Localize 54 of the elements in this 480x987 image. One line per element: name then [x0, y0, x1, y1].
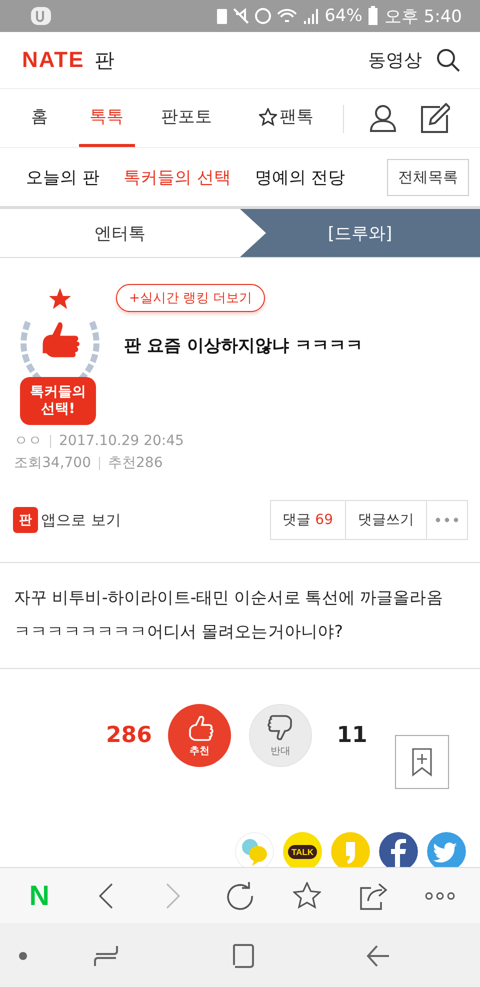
back-icon — [98, 882, 114, 908]
search-icon[interactable] — [436, 48, 460, 72]
talk-share-button[interactable]: TALK — [283, 832, 322, 867]
nav-tab[interactable]: 톡톡 — [78, 89, 135, 147]
category-tab[interactable]: 오늘의 판 — [26, 166, 100, 188]
more-icon — [435, 517, 459, 523]
user-icon[interactable] — [370, 104, 396, 132]
nate-logo[interactable]: NATE — [22, 47, 84, 73]
downvote-count: 11 — [336, 723, 368, 748]
thumbs-down-icon — [266, 714, 294, 742]
bookmark-add-icon — [411, 747, 433, 777]
star-icon — [259, 108, 278, 126]
category-tab[interactable]: 톡커들의 선택 — [123, 166, 231, 188]
home-icon[interactable] — [232, 944, 254, 968]
bookmark-button[interactable] — [395, 735, 449, 789]
clock: 오후 5:40 — [384, 6, 462, 28]
upvote-count: 286 — [106, 723, 150, 748]
forward-icon — [165, 882, 182, 908]
more-icon — [425, 892, 456, 900]
storage-icon — [216, 8, 227, 24]
badge-label: 톡커들의 선택! — [29, 383, 87, 419]
reload-icon — [226, 882, 254, 910]
app-link[interactable]: 앱으로 보기 — [41, 510, 121, 530]
dot-icon[interactable] — [18, 950, 28, 960]
nav-tab[interactable]: 홈 — [0, 89, 79, 147]
author: ㅇㅇ — [14, 433, 42, 449]
nav-tab[interactable]: 팬톡 — [238, 89, 336, 147]
battery-percent: 64% — [324, 6, 362, 26]
post-date: 2017.10.29 20:45 — [59, 433, 184, 449]
recommend-count: 추천286 — [108, 455, 163, 471]
ranking-button[interactable]: +실시간 랭킹 더보기 — [116, 284, 266, 312]
battery-icon — [368, 6, 378, 26]
nav-tab[interactable]: 판포토 — [134, 89, 238, 147]
video-link[interactable]: 동영상 — [368, 48, 422, 72]
star-icon — [292, 882, 321, 909]
recents-icon[interactable] — [94, 944, 118, 968]
edit-icon[interactable] — [420, 103, 450, 133]
back-nav-icon[interactable] — [366, 944, 390, 966]
post-title: 판 요즘 이상하지않냐 ㅋㅋㅋㅋ — [124, 335, 363, 357]
share-icon — [358, 882, 389, 910]
oppose-button[interactable]: 반대 — [249, 704, 312, 767]
alarm-icon — [254, 8, 271, 24]
view-count: 조회34,700 — [14, 455, 91, 471]
wifi-icon — [276, 9, 297, 23]
recommend-button[interactable]: 추천 — [168, 704, 231, 767]
app-icon[interactable]: 판 — [13, 507, 38, 533]
breadcrumb-item[interactable]: [드루와] — [240, 209, 480, 257]
category-tab[interactable]: 명예의 전당 — [254, 166, 346, 188]
mute-icon — [232, 8, 249, 24]
signal-icon — [302, 8, 319, 24]
section-title: 판 — [94, 46, 114, 74]
all-list-button[interactable]: 전체목록 — [387, 158, 469, 196]
post-body: 자꾸 비투비-하이라이트-태민 이순서로 톡선에 까글올라옴 ㅋㅋㅋㅋㅋㅋㅋㅋ어디서 몰려오는거아니야? — [0, 563, 480, 669]
app-notification-icon — [30, 6, 52, 26]
